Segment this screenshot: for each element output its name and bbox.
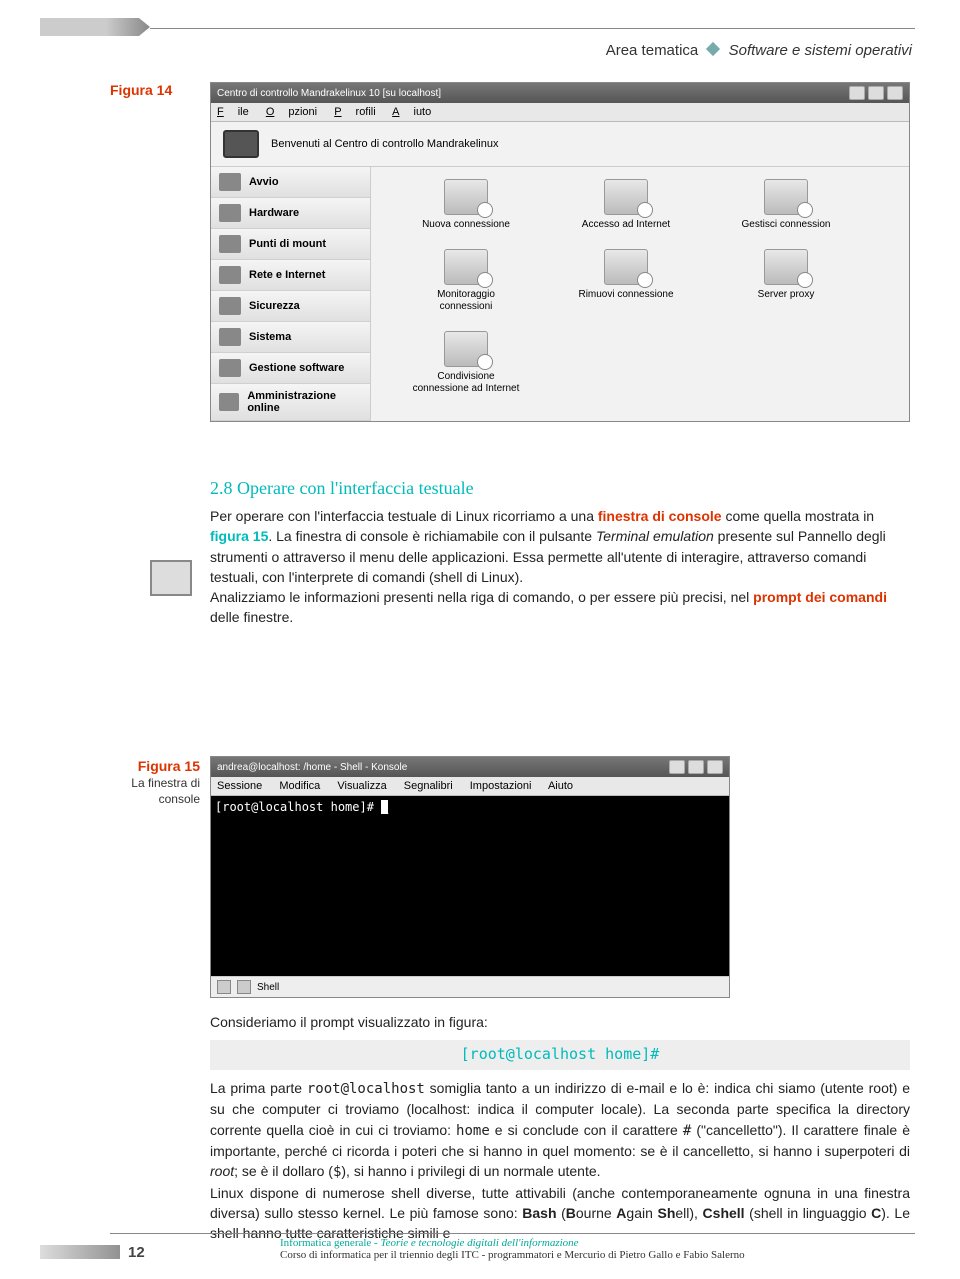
menu-aiuto[interactable]: Aiuto [392, 106, 431, 118]
paragraph-1: Per operare con l'interfaccia testuale d… [210, 506, 910, 628]
k-menu-aiuto[interactable]: Aiuto [548, 780, 573, 792]
diamond-icon [706, 42, 720, 56]
mandrake-window: Centro di controllo Mandrakelinux 10 [su… [210, 82, 910, 422]
menu-file[interactable]: FFileile [217, 106, 249, 118]
icon-condivisione[interactable]: Condivisione connessione ad Internet [411, 331, 521, 395]
p2-body: La prima parte root@localhost somiglia t… [210, 1078, 910, 1243]
shell-tab[interactable]: Shell [257, 982, 279, 993]
paragraph-2: Consideriamo il prompt visualizzato in f… [210, 1012, 910, 1243]
welcome-text: Benvenuti al Centro di controllo Mandrak… [271, 138, 498, 150]
icon-nuova-connessione[interactable]: Nuova connessione [411, 179, 521, 231]
sidebar: Avvio Hardware Punti di mount Rete e Int… [211, 167, 371, 421]
sistema-icon [219, 328, 241, 346]
titlebar: Centro di controllo Mandrakelinux 10 [su… [211, 83, 909, 103]
monitor-conn-icon [444, 249, 488, 285]
window-title: Centro di controllo Mandrakelinux 10 [su… [217, 88, 441, 99]
sidebar-sicurezza[interactable]: Sicurezza [211, 291, 370, 322]
footer-line-2: Corso di informatica per il triennio deg… [280, 1249, 915, 1261]
figure-15-label: Figura 15 [110, 758, 200, 774]
cursor: _ [381, 800, 388, 814]
k-maximize-button[interactable] [688, 760, 704, 774]
mount-icon [219, 235, 241, 253]
konsole-buttons [669, 760, 723, 774]
icon-accesso-internet[interactable]: Accesso ad Internet [571, 179, 681, 231]
monitor-icon [223, 130, 259, 158]
sidebar-hardware[interactable]: Hardware [211, 198, 370, 229]
footer-line-1: Informatica generale - Teorie e tecnolog… [280, 1237, 915, 1249]
k-menu-segnalibri[interactable]: Segnalibri [404, 780, 453, 792]
konsole-title: andrea@localhost: /home - Shell - Konsol… [217, 762, 407, 773]
manage-icon [764, 179, 808, 215]
icon-monitoraggio[interactable]: Monitoraggio connessioni [411, 249, 521, 313]
figure-14-label: Figura 14 [110, 82, 172, 98]
header-rule [150, 28, 915, 29]
icon-row-3: Condivisione connessione ad Internet [381, 331, 899, 395]
window-buttons [849, 86, 903, 100]
header-topic: Software e sistemi operativi [729, 42, 912, 59]
konsole-window: andrea@localhost: /home - Shell - Konsol… [210, 756, 730, 998]
section-title: 2.8 Operare con l'interfaccia testuale [210, 478, 474, 499]
menubar: FFileile Opzioni Profili Aiuto [211, 103, 909, 122]
footer: Informatica generale - Teorie e tecnolog… [110, 1233, 915, 1261]
close-button[interactable] [887, 86, 903, 100]
konsole-menubar: Sessione Modifica Visualizza Segnalibri … [211, 777, 729, 796]
terminal-prompt: [root@localhost home]# [215, 800, 374, 814]
menu-profili[interactable]: Profili [334, 106, 376, 118]
sidebar-mount[interactable]: Punti di mount [211, 229, 370, 260]
minimize-button[interactable] [849, 86, 865, 100]
p2-intro: Consideriamo il prompt visualizzato in f… [210, 1012, 910, 1032]
konsole-titlebar: andrea@localhost: /home - Shell - Konsol… [211, 757, 729, 777]
header-text: Area tematica Software e sistemi operati… [606, 42, 912, 59]
k-menu-sessione[interactable]: Sessione [217, 780, 262, 792]
sicurezza-icon [219, 297, 241, 315]
connection-icon [444, 179, 488, 215]
terminal-body[interactable]: [root@localhost home]# _ [211, 796, 729, 976]
header-area: Area tematica [606, 42, 699, 59]
internet-icon [604, 179, 648, 215]
icon-proxy[interactable]: Server proxy [731, 249, 841, 313]
k-menu-impostazioni[interactable]: Impostazioni [470, 780, 532, 792]
konsole-statusbar: Shell [211, 976, 729, 997]
avvio-icon [219, 173, 241, 191]
sidebar-sistema[interactable]: Sistema [211, 322, 370, 353]
icon-rimuovi[interactable]: Rimuovi connessione [571, 249, 681, 313]
proxy-icon [764, 249, 808, 285]
header-arrow [40, 18, 150, 36]
k-minimize-button[interactable] [669, 760, 685, 774]
sidebar-avvio[interactable]: Avvio [211, 167, 370, 198]
terminal-margin-icon [150, 560, 192, 596]
icon-gestisci-connessioni[interactable]: Gestisci connession [731, 179, 841, 231]
page-number: 12 [120, 1244, 153, 1261]
sidebar-rete[interactable]: Rete e Internet [211, 260, 370, 291]
k-menu-visualizza[interactable]: Visualizza [337, 780, 386, 792]
shell-tab-icon [237, 980, 251, 994]
k-close-button[interactable] [707, 760, 723, 774]
maximize-button[interactable] [868, 86, 884, 100]
icon-row-1: Nuova connessione Accesso ad Internet Ge… [381, 179, 899, 231]
icon-row-2: Monitoraggio connessioni Rimuovi conness… [381, 249, 899, 313]
content-pane: Nuova connessione Accesso ad Internet Ge… [371, 167, 909, 421]
figure-15-caption: La finestra di console [110, 776, 200, 807]
sidebar-admin[interactable]: Amministrazione online [211, 384, 370, 421]
menu-opzioni[interactable]: Opzioni [266, 106, 317, 118]
prompt-display: [root@localhost home]# [210, 1040, 910, 1070]
share-icon [444, 331, 488, 367]
welcome-bar: Benvenuti al Centro di controllo Mandrak… [211, 122, 909, 167]
sidebar-software[interactable]: Gestione software [211, 353, 370, 384]
k-menu-modifica[interactable]: Modifica [279, 780, 320, 792]
admin-icon [219, 393, 239, 411]
hardware-icon [219, 204, 241, 222]
new-tab-button[interactable] [217, 980, 231, 994]
window-body: Avvio Hardware Punti di mount Rete e Int… [211, 167, 909, 421]
remove-icon [604, 249, 648, 285]
software-icon [219, 359, 241, 377]
rete-icon [219, 266, 241, 284]
